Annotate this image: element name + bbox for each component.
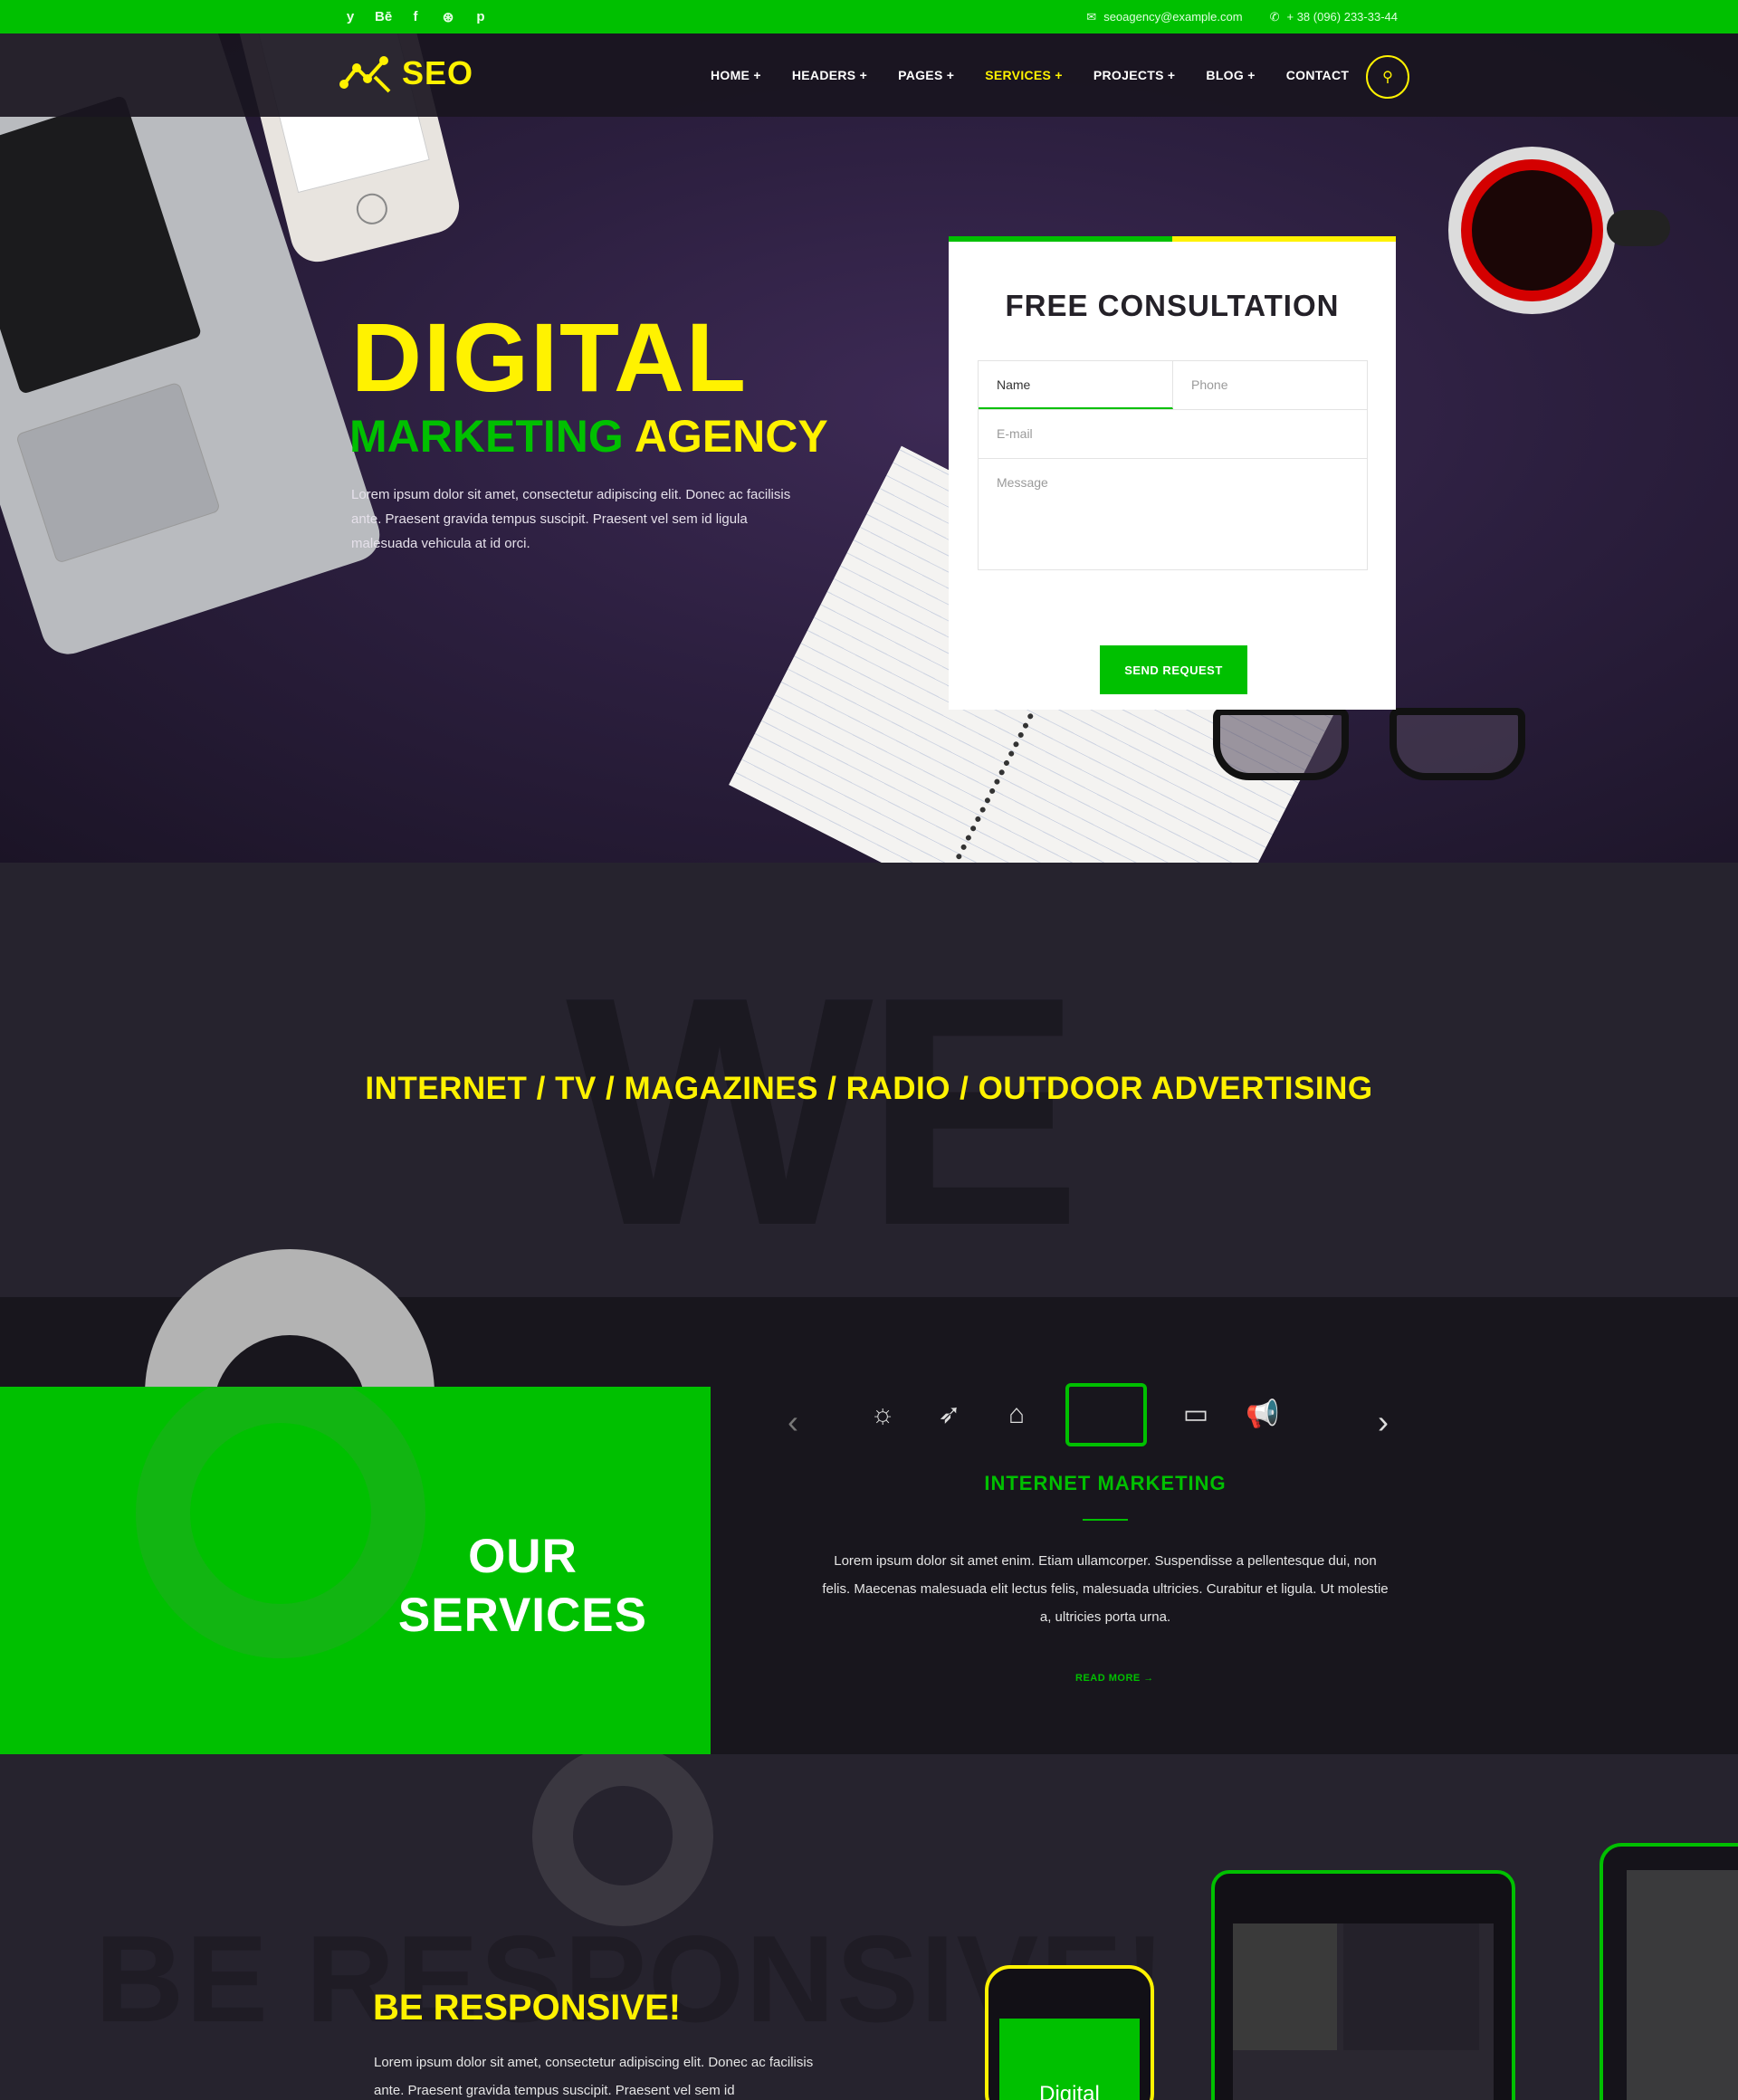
form-title: FREE CONSULTATION: [1005, 289, 1340, 322]
our-services-panel: OUR SERVICES: [0, 1387, 711, 1779]
service-description: Lorem ipsum dolor sit amet enim. Etiam u…: [822, 1553, 1389, 1625]
tablet-mockup: [1211, 1870, 1515, 2100]
video-icon[interactable]: ▭: [1178, 1398, 1214, 1430]
responsive-title: BE RESPONSIVE!: [373, 1988, 682, 2028]
prev-arrow-icon[interactable]: ‹: [788, 1403, 798, 1441]
main-navbar: SEO HOME + HEADERS + PAGES + SERVICES + …: [0, 33, 1738, 117]
hero-title: DIGITAL: [351, 302, 748, 412]
consultation-form: FREE CONSULTATION Name Phone E-mail Mess…: [949, 236, 1396, 710]
dribbble-icon[interactable]: ⊛: [440, 9, 456, 25]
we-section: WE INTERNET / TV / MAGAZINES / RADIO / O…: [0, 863, 1738, 1297]
services-heading: OUR SERVICES: [397, 1530, 647, 1642]
nav-pages[interactable]: PAGES +: [898, 68, 954, 82]
form-accent-bar: [949, 236, 1396, 242]
nav-services[interactable]: SERVICES +: [985, 68, 1063, 82]
main-nav: HOME + HEADERS + PAGES + SERVICES + PROJ…: [711, 33, 1349, 117]
mail-icon: ✉: [1086, 9, 1097, 24]
logo-text: SEO: [402, 54, 474, 91]
hero-section: SEO HOME + HEADERS + PAGES + SERVICES + …: [0, 33, 1738, 863]
media-tagline: INTERNET / TV / MAGAZINES / RADIO / OUTD…: [365, 1071, 1373, 1106]
gear-icon: [532, 1754, 713, 1926]
name-field[interactable]: Name: [979, 361, 1173, 409]
rocket-icon[interactable]: ➶: [931, 1398, 968, 1430]
site-logo[interactable]: SEO: [339, 53, 473, 93]
nav-headers[interactable]: HEADERS +: [792, 68, 867, 82]
service-icons: ☼ ➶ ⌂ ▭ 📢: [864, 1380, 1281, 1448]
megaphone-icon[interactable]: 📢: [1245, 1398, 1281, 1430]
phone-icon: ✆: [1269, 9, 1280, 24]
trackpad-image: [14, 381, 221, 564]
nav-contact[interactable]: CONTACT: [1286, 68, 1350, 82]
keyboard-image: [0, 94, 203, 396]
responsive-description: Lorem ipsum dolor sit amet, consectetur …: [374, 2055, 814, 2098]
read-more-link[interactable]: READ MORE →: [1075, 1673, 1154, 1684]
store-icon[interactable]: ⌂: [998, 1399, 1035, 1430]
next-arrow-icon[interactable]: ›: [1378, 1403, 1389, 1441]
pinterest-icon[interactable]: p: [473, 9, 489, 24]
we-background-word: WE: [566, 930, 1082, 1293]
responsive-section: BE RESPONSIVE! BE RESPONSIVE! Lorem ipsu…: [0, 1754, 1738, 2100]
top-bar: y Bē f ⊛ p ✉ seoagency@example.com ✆ + 38 …: [0, 0, 1738, 33]
social-links: y Bē f ⊛ p: [342, 0, 489, 33]
email-field[interactable]: E-mail: [979, 410, 1367, 458]
behance-icon[interactable]: Bē: [375, 9, 392, 24]
coffee-cup-image: [1448, 147, 1670, 314]
service-title: INTERNET MARKETING: [984, 1472, 1227, 1494]
topbar-email[interactable]: ✉ seoagency@example.com: [1086, 10, 1242, 24]
sun-icon[interactable]: ☼: [864, 1399, 901, 1430]
message-field[interactable]: Message: [979, 459, 1367, 569]
devices-icon[interactable]: [1065, 1382, 1147, 1446]
topbar-phone[interactable]: ✆ + 38 (096) 233-33-44: [1270, 10, 1398, 24]
arrow-right-icon: →: [1143, 1673, 1154, 1684]
nav-blog[interactable]: BLOG +: [1206, 68, 1255, 82]
phone-field[interactable]: Phone: [1173, 361, 1367, 409]
analytics-logo-icon: [339, 56, 391, 93]
facebook-icon[interactable]: f: [407, 9, 424, 24]
phone-mockup: Digital: [985, 1965, 1154, 2100]
hero-subtitle: MARKETING AGENCY: [349, 411, 828, 462]
twitter-icon[interactable]: y: [342, 9, 358, 24]
topbar-contact: ✉ seoagency@example.com ✆ + 38 (096) 233-3…: [1086, 0, 1398, 33]
send-request-button[interactable]: SEND REQUEST: [1100, 645, 1247, 694]
gear-icon: [136, 1387, 425, 1658]
title-underline: [1083, 1519, 1128, 1521]
search-icon: ⚲: [1382, 70, 1393, 85]
nav-projects[interactable]: PROJECTS +: [1093, 68, 1176, 82]
nav-home[interactable]: HOME +: [711, 68, 761, 82]
search-button[interactable]: ⚲: [1366, 55, 1409, 99]
hero-description: Lorem ipsum dolor sit amet, consectetur …: [351, 487, 791, 551]
desktop-mockup: [1600, 1843, 1738, 2100]
glasses-image: [1213, 699, 1539, 789]
